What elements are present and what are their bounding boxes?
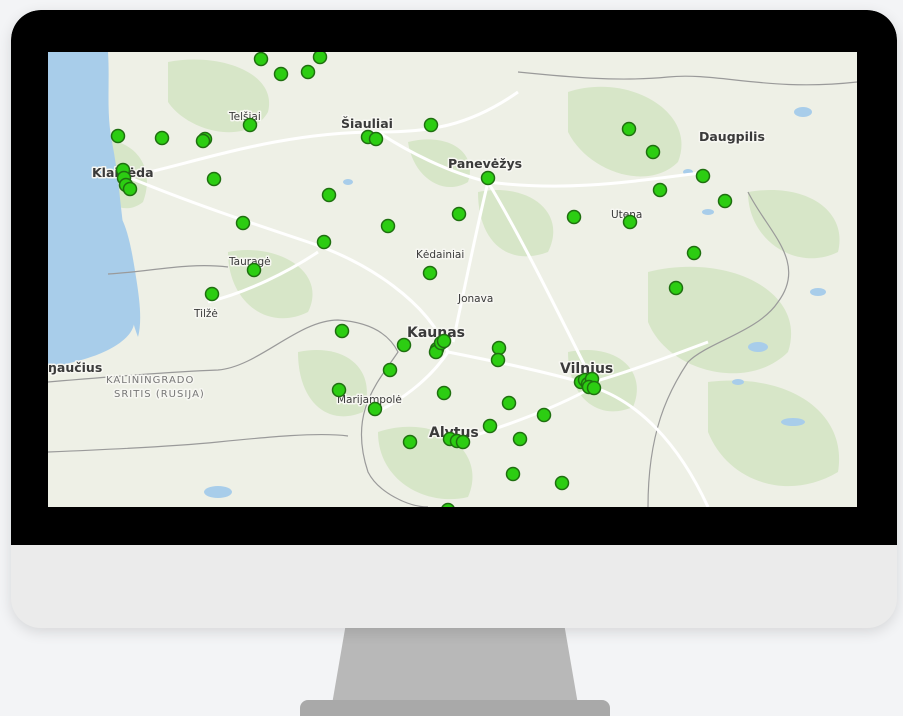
location-dot-icon[interactable] [422, 265, 438, 281]
location-dot-icon[interactable] [316, 234, 332, 250]
location-dot-icon[interactable] [380, 218, 396, 234]
location-dot-icon[interactable] [622, 214, 638, 230]
location-dot-icon[interactable] [321, 187, 337, 203]
map-view[interactable]: Klaipėda Šiauliai Panevėžys Daugpilis Te… [48, 52, 857, 507]
location-dot-icon[interactable] [253, 52, 269, 67]
location-dot-icon[interactable] [686, 245, 702, 261]
location-dot-icon[interactable] [382, 362, 398, 378]
location-dot-icon[interactable] [586, 380, 602, 396]
map-canvas[interactable]: Klaipėda Šiauliai Panevėžys Daugpilis Te… [48, 52, 857, 507]
location-dot-icon[interactable] [455, 434, 471, 450]
label-jonava: Jonava [457, 293, 493, 305]
location-dot-icon[interactable] [621, 121, 637, 137]
label-marijampole: Marijampolė [337, 394, 402, 406]
location-dot-icon[interactable] [331, 382, 347, 398]
label-siauliai: Šiauliai [341, 116, 393, 131]
location-dot-icon[interactable] [717, 193, 733, 209]
label-region-line2: SRITIS (RUSIJA) [114, 389, 205, 400]
location-dot-icon[interactable] [554, 475, 570, 491]
location-dot-icon[interactable] [402, 434, 418, 450]
location-dot-icon[interactable] [396, 337, 412, 353]
location-dot-icon[interactable] [436, 333, 452, 349]
location-dot-icon[interactable] [110, 128, 126, 144]
label-gusev: ŋaučius [48, 360, 102, 375]
location-dot-icon[interactable] [312, 52, 328, 65]
location-dot-icon[interactable] [204, 286, 220, 302]
location-dot-icon[interactable] [695, 168, 711, 184]
location-dot-icon[interactable] [122, 181, 138, 197]
location-dot-icon[interactable] [195, 133, 211, 149]
location-dot-icon[interactable] [451, 206, 467, 222]
location-dot-icon[interactable] [246, 262, 262, 278]
location-dot-icon[interactable] [480, 170, 496, 186]
label-daugpilis: Daugpilis [699, 129, 765, 144]
location-dot-icon[interactable] [536, 407, 552, 423]
location-dot-icon[interactable] [368, 131, 384, 147]
location-dot-icon[interactable] [566, 209, 582, 225]
location-dot-icon[interactable] [482, 418, 498, 434]
monitor-frame: Klaipėda Šiauliai Panevėžys Daugpilis Te… [11, 10, 897, 628]
location-dot-icon[interactable] [436, 385, 452, 401]
location-dot-icon[interactable] [273, 66, 289, 82]
location-dot-icon[interactable] [491, 340, 507, 356]
location-dot-icon[interactable] [652, 182, 668, 198]
label-panevezys: Panevėžys [448, 156, 522, 171]
location-dot-icon[interactable] [490, 352, 506, 368]
location-dot-icon[interactable] [668, 280, 684, 296]
monitor-stand-base [300, 700, 610, 716]
location-dot-icon[interactable] [501, 395, 517, 411]
location-dot-icon[interactable] [206, 171, 222, 187]
location-dot-icon[interactable] [505, 466, 521, 482]
label-region-line1: KALININGRADO [106, 375, 194, 386]
location-dot-icon[interactable] [300, 64, 316, 80]
location-dot-icon[interactable] [154, 130, 170, 146]
label-kedainiai: Kėdainiai [416, 249, 464, 261]
location-dot-icon[interactable] [334, 323, 350, 339]
location-dot-icon[interactable] [645, 144, 661, 160]
location-dot-icon[interactable] [423, 117, 439, 133]
label-tilze: Tilžė [193, 308, 218, 320]
location-dot-icon[interactable] [242, 117, 258, 133]
location-dot-icon[interactable] [235, 215, 251, 231]
location-dot-icon[interactable] [367, 401, 383, 417]
monitor-bezel: Klaipėda Šiauliai Panevėžys Daugpilis Te… [11, 10, 897, 545]
location-dot-icon[interactable] [512, 431, 528, 447]
